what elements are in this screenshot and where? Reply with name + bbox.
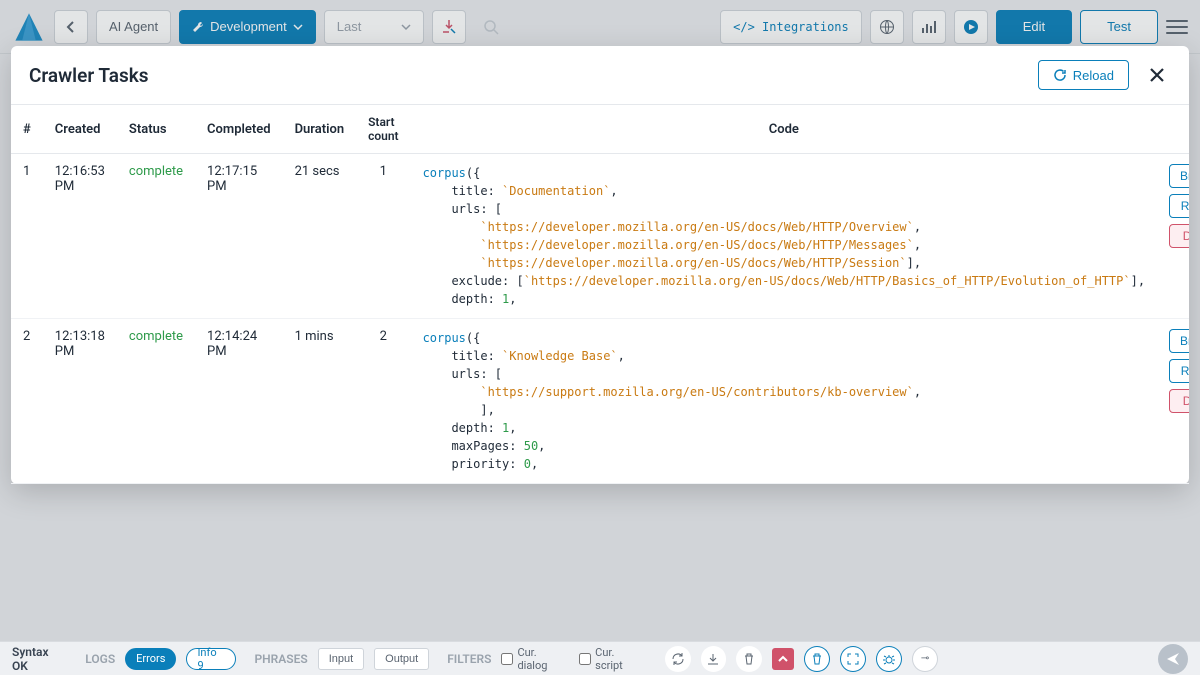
tool-bug[interactable] [876,646,902,672]
col-duration: Duration [283,105,357,154]
cell-created: 12:16:53 PM [43,154,117,319]
phrases-section-label: PHRASES [254,652,307,666]
cell-completed: 12:17:15 PM [195,154,283,319]
trash-icon [742,652,756,666]
cur-script-filter[interactable]: Cur. script [579,646,644,672]
refresh-action[interactable] [665,646,691,672]
cell-actions: Browse Restart Delete [1157,319,1189,484]
restart-button[interactable]: Restart [1169,359,1189,383]
download-action[interactable] [701,646,727,672]
tool-expand[interactable] [840,646,866,672]
cell-index: 1 [11,154,43,319]
output-phrases-button[interactable]: Output [374,648,429,670]
col-start-count: Start count [356,105,410,154]
collapse-toggle[interactable] [772,648,794,670]
close-button[interactable] [1143,61,1171,89]
cell-start-count: 1 [356,154,410,319]
modal-overlay: Crawler Tasks Reload # Created Status Co… [0,0,1200,675]
cell-duration: 1 mins [283,319,357,484]
filters-section-label: FILTERS [447,652,491,666]
reload-button[interactable]: Reload [1038,60,1129,90]
status-bar: Syntax OK LOGS Errors Info 9 PHRASES Inp… [0,641,1200,675]
bug-icon [882,652,896,666]
delete-button[interactable]: Delete [1169,389,1189,413]
cell-created: 12:13:18 PM [43,319,117,484]
tasks-table: # Created Status Completed Duration Star… [11,104,1189,484]
send-button[interactable] [1158,644,1188,674]
modal-title: Crawler Tasks [29,64,1038,87]
col-status: Status [117,105,195,154]
cell-status: complete [117,319,195,484]
cell-status: complete [117,154,195,319]
cell-code: corpus({ title: `Knowledge Base`, urls: … [411,319,1157,484]
download-icon [706,652,720,666]
cell-start-count: 2 [356,319,410,484]
cell-duration: 21 secs [283,154,357,319]
cell-code: corpus({ title: `Documentation`, urls: [… [411,154,1157,319]
cell-completed: 12:14:24 PM [195,319,283,484]
col-completed: Completed [195,105,283,154]
col-created: Created [43,105,117,154]
cycle-icon [671,652,685,666]
input-phrases-button[interactable]: Input [318,648,364,670]
delete-button[interactable]: Delete [1169,224,1189,248]
reload-icon [1053,68,1067,82]
tool-trash[interactable] [804,646,830,672]
trash-action[interactable] [736,646,762,672]
logs-section-label: LOGS [85,652,115,666]
table-row: 212:13:18 PMcomplete12:14:24 PM1 mins2co… [11,319,1189,484]
col-index: # [11,105,43,154]
chevron-up-icon [777,653,789,665]
trash-icon [810,652,824,666]
close-icon [1148,66,1166,84]
cur-dialog-filter[interactable]: Cur. dialog [501,646,569,672]
col-actions [1157,105,1189,154]
info-filter[interactable]: Info 9 [186,648,236,670]
cell-actions: Browse Restart Delete [1157,154,1189,319]
expand-icon [846,652,860,666]
reload-label: Reload [1073,68,1114,83]
syntax-status: Syntax OK [12,645,67,673]
table-row: 112:16:53 PMcomplete12:17:15 PM21 secs1c… [11,154,1189,319]
restart-button[interactable]: Restart [1169,194,1189,218]
browse-button[interactable]: Browse [1169,164,1189,188]
crawler-tasks-modal: Crawler Tasks Reload # Created Status Co… [11,46,1189,484]
tool-link[interactable]: ⊸ [912,646,938,672]
send-icon [1165,651,1181,667]
errors-filter[interactable]: Errors [125,648,176,670]
cell-index: 2 [11,319,43,484]
col-code: Code [411,105,1157,154]
browse-button[interactable]: Browse [1169,329,1189,353]
